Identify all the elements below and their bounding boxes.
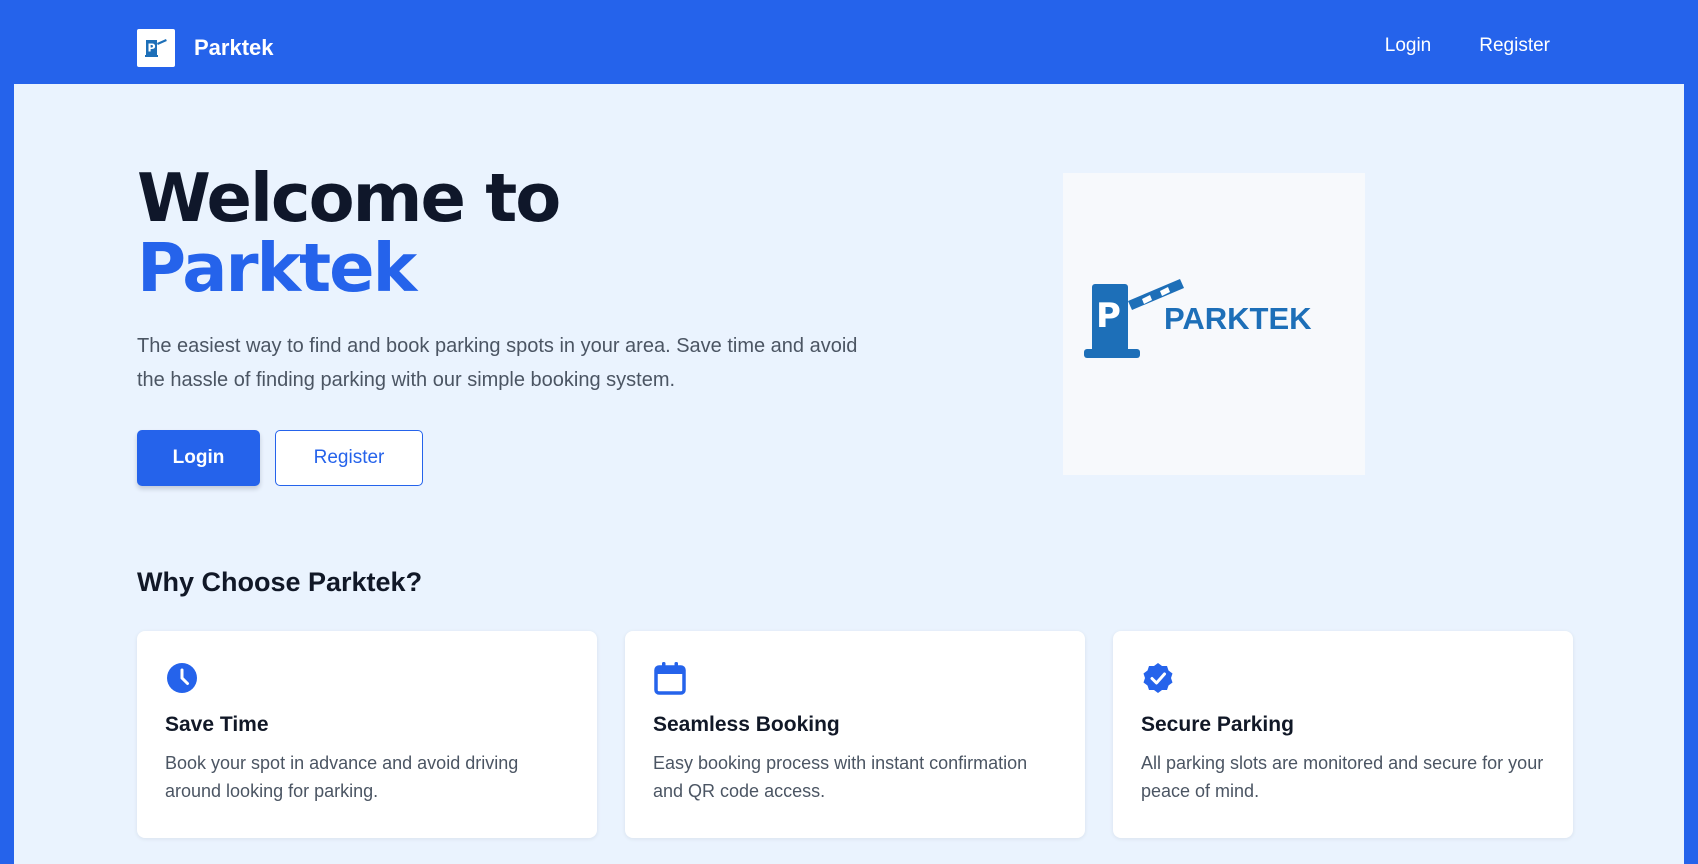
hero-register-button[interactable]: Register bbox=[275, 430, 423, 486]
brand-name: Parktek bbox=[194, 35, 274, 60]
nav-register-link[interactable]: Register bbox=[1479, 35, 1550, 57]
hero-description: The easiest way to find and book parking… bbox=[137, 335, 858, 391]
feature-card-secure-parking: Secure Parking All parking slots are mon… bbox=[1113, 631, 1573, 838]
svg-text:P: P bbox=[148, 42, 156, 55]
frame-border-right bbox=[1684, 0, 1698, 864]
svg-text:P: P bbox=[1096, 296, 1121, 336]
feature-card-title: Seamless Booking bbox=[653, 713, 840, 736]
feature-card-seamless-booking: Seamless Booking Easy booking process wi… bbox=[625, 631, 1085, 838]
feature-card-text: Easy booking process with instant confir… bbox=[653, 753, 1028, 801]
hero-title-line2: Parktek bbox=[137, 229, 417, 307]
feature-card-title: Save Time bbox=[165, 713, 269, 736]
brand[interactable]: P Parktek bbox=[137, 29, 274, 67]
navbar: P Parktek Login Register bbox=[14, 11, 1684, 84]
shield-check-icon bbox=[1143, 663, 1173, 693]
feature-card-save-time: Save Time Book your spot in advance and … bbox=[137, 631, 597, 838]
nav-links: Login Register bbox=[1385, 35, 1550, 57]
brand-logo-icon: P bbox=[137, 29, 175, 67]
frame-border-left bbox=[0, 0, 14, 864]
parktek-logo-image: P PARKTEK bbox=[1063, 173, 1365, 475]
feature-card-text: All parking slots are monitored and secu… bbox=[1141, 753, 1544, 801]
feature-card-title: Secure Parking bbox=[1141, 713, 1294, 736]
hero-title: Welcome to Parktek bbox=[137, 163, 561, 307]
hero-login-button[interactable]: Login bbox=[137, 430, 260, 486]
browser-frame: P Parktek Login Register Welcome to Park… bbox=[0, 0, 1698, 864]
nav-login-link[interactable]: Login bbox=[1385, 35, 1432, 57]
clock-icon bbox=[167, 663, 197, 693]
frame-border-top bbox=[0, 0, 1698, 11]
features-title: Why Choose Parktek? bbox=[137, 567, 423, 597]
page: P Parktek Login Register Welcome to Park… bbox=[14, 11, 1684, 864]
parking-barrier-logo-icon: P PARKTEK bbox=[1084, 279, 1312, 358]
feature-card-text: Book your spot in advance and avoid driv… bbox=[165, 753, 519, 801]
hero-title-line1: Welcome to bbox=[137, 159, 561, 237]
logo-text: PARKTEK bbox=[1164, 301, 1312, 336]
calendar-icon bbox=[654, 662, 686, 695]
